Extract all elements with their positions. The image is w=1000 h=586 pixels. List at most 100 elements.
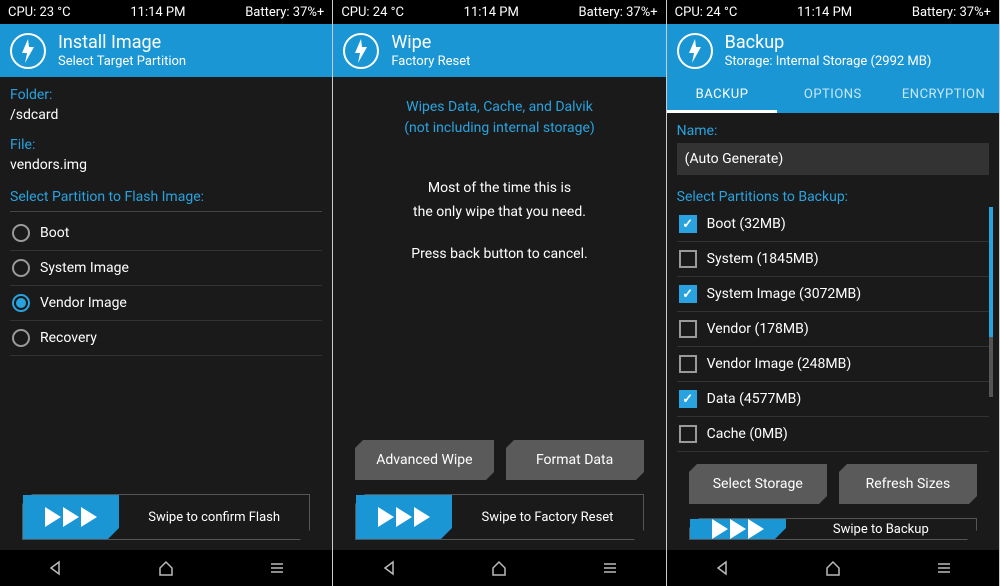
check-item-cache[interactable]: Cache (0MB)	[677, 417, 989, 452]
check-label: System Image (3072MB)	[707, 286, 861, 302]
swipe-label: Swipe to Factory Reset	[452, 510, 642, 525]
status-cpu: CPU: 24 °C	[341, 5, 404, 20]
file-label: File:	[10, 137, 322, 153]
checkbox-icon	[679, 355, 697, 373]
partition-section-label: Select Partition to Flash Image:	[10, 189, 322, 212]
status-battery: Battery: 37%+	[245, 5, 324, 20]
arrow-right-icon	[414, 507, 430, 527]
backup-name-input[interactable]: (Auto Generate)	[677, 143, 989, 175]
check-item-data[interactable]: Data (4577MB)	[677, 382, 989, 417]
check-label: System (1845MB)	[707, 251, 819, 267]
checkbox-icon	[679, 320, 697, 338]
check-item-system[interactable]: System (1845MB)	[677, 242, 989, 277]
arrow-right-icon	[81, 507, 97, 527]
arrow-right-icon	[45, 507, 61, 527]
status-cpu: CPU: 24 °C	[675, 5, 738, 20]
header: Backup Storage: Internal Storage (2992 M…	[667, 24, 999, 77]
back-icon[interactable]	[379, 558, 399, 578]
radio-item-system-image[interactable]: System Image	[10, 251, 322, 286]
check-item-system-image[interactable]: System Image (3072MB)	[677, 277, 989, 312]
check-label: Vendor (178MB)	[707, 321, 809, 337]
wipe-instruction-text: Most of the time this is the only wipe t…	[343, 177, 655, 266]
radio-label: System Image	[40, 260, 129, 276]
tab-bar: BACKUP OPTIONS ENCRYPTION	[667, 77, 999, 113]
radio-icon	[12, 259, 30, 277]
tab-backup[interactable]: BACKUP	[667, 77, 778, 113]
status-bar: CPU: 23 °C 11:14 PM Battery: 37%+	[0, 0, 332, 24]
check-item-vendor-image[interactable]: Vendor Image (248MB)	[677, 347, 989, 382]
back-icon[interactable]	[45, 558, 65, 578]
arrow-right-icon	[378, 507, 394, 527]
advanced-wipe-button[interactable]: Advanced Wipe	[355, 440, 493, 480]
partitions-section-label: Select Partitions to Backup:	[677, 189, 989, 205]
swipe-factory-reset[interactable]: Swipe to Factory Reset	[355, 494, 643, 540]
swipe-label: Swipe to confirm Flash	[119, 510, 309, 525]
arrow-right-icon	[748, 519, 764, 539]
scrollbar[interactable]	[989, 207, 993, 397]
recents-icon[interactable]	[934, 558, 954, 578]
recents-icon[interactable]	[267, 558, 287, 578]
file-value: vendors.img	[10, 157, 322, 173]
page-title: Install Image	[58, 32, 186, 53]
arrow-right-icon	[712, 519, 728, 539]
check-label: Cache (0MB)	[707, 426, 788, 442]
android-navbar	[667, 550, 999, 586]
radio-icon	[12, 224, 30, 242]
home-icon[interactable]	[823, 558, 843, 578]
partition-check-list: Boot (32MB) System (1845MB) System Image…	[677, 207, 989, 452]
select-storage-button[interactable]: Select Storage	[689, 464, 827, 504]
radio-label: Boot	[40, 225, 69, 241]
page-subtitle: Storage: Internal Storage (2992 MB)	[725, 54, 932, 69]
recents-icon[interactable]	[600, 558, 620, 578]
slider-thumb[interactable]	[23, 495, 119, 539]
status-time: 11:14 PM	[130, 5, 185, 20]
page-subtitle: Factory Reset	[391, 54, 470, 69]
home-icon[interactable]	[489, 558, 509, 578]
arrow-right-icon	[730, 519, 746, 539]
checkbox-icon	[679, 215, 697, 233]
status-battery: Battery: 37%+	[579, 5, 658, 20]
page-title: Backup	[725, 32, 932, 53]
check-item-boot[interactable]: Boot (32MB)	[677, 207, 989, 242]
radio-label: Vendor Image	[40, 295, 127, 311]
android-navbar	[333, 550, 665, 586]
radio-item-vendor-image[interactable]: Vendor Image	[10, 286, 322, 321]
screen-backup: CPU: 24 °C 11:14 PM Battery: 37%+ Backup…	[667, 0, 1000, 586]
home-icon[interactable]	[156, 558, 176, 578]
checkbox-icon	[679, 425, 697, 443]
check-label: Data (4577MB)	[707, 391, 802, 407]
check-label: Boot (32MB)	[707, 216, 786, 232]
arrow-right-icon	[396, 507, 412, 527]
twrp-logo-icon	[677, 33, 713, 69]
header: Install Image Select Target Partition	[0, 24, 332, 77]
tab-encryption[interactable]: ENCRYPTION	[888, 77, 999, 113]
swipe-backup[interactable]: Swipe to Backup	[689, 518, 977, 540]
partition-radio-list: Boot System Image Vendor Image Recovery	[10, 216, 322, 356]
check-label: Vendor Image (248MB)	[707, 356, 852, 372]
screen-wipe: CPU: 24 °C 11:14 PM Battery: 37%+ Wipe F…	[333, 0, 666, 586]
swipe-label: Swipe to Backup	[786, 522, 976, 537]
checkbox-icon	[679, 390, 697, 408]
page-subtitle: Select Target Partition	[58, 54, 186, 69]
android-navbar	[0, 550, 332, 586]
status-battery: Battery: 37%+	[912, 5, 991, 20]
format-data-button[interactable]: Format Data	[506, 440, 644, 480]
checkbox-icon	[679, 250, 697, 268]
radio-item-boot[interactable]: Boot	[10, 216, 322, 251]
refresh-sizes-button[interactable]: Refresh Sizes	[839, 464, 977, 504]
folder-value: /sdcard	[10, 107, 322, 123]
status-bar: CPU: 24 °C 11:14 PM Battery: 37%+	[667, 0, 999, 24]
radio-icon	[12, 329, 30, 347]
status-time: 11:14 PM	[464, 5, 519, 20]
arrow-right-icon	[63, 507, 79, 527]
back-icon[interactable]	[712, 558, 732, 578]
status-time: 11:14 PM	[797, 5, 852, 20]
checkbox-icon	[679, 285, 697, 303]
radio-icon	[12, 294, 30, 312]
swipe-confirm-flash[interactable]: Swipe to confirm Flash	[22, 494, 310, 540]
slider-thumb[interactable]	[356, 495, 452, 539]
slider-thumb[interactable]	[690, 519, 786, 539]
radio-item-recovery[interactable]: Recovery	[10, 321, 322, 356]
check-item-vendor[interactable]: Vendor (178MB)	[677, 312, 989, 347]
tab-options[interactable]: OPTIONS	[777, 77, 888, 113]
